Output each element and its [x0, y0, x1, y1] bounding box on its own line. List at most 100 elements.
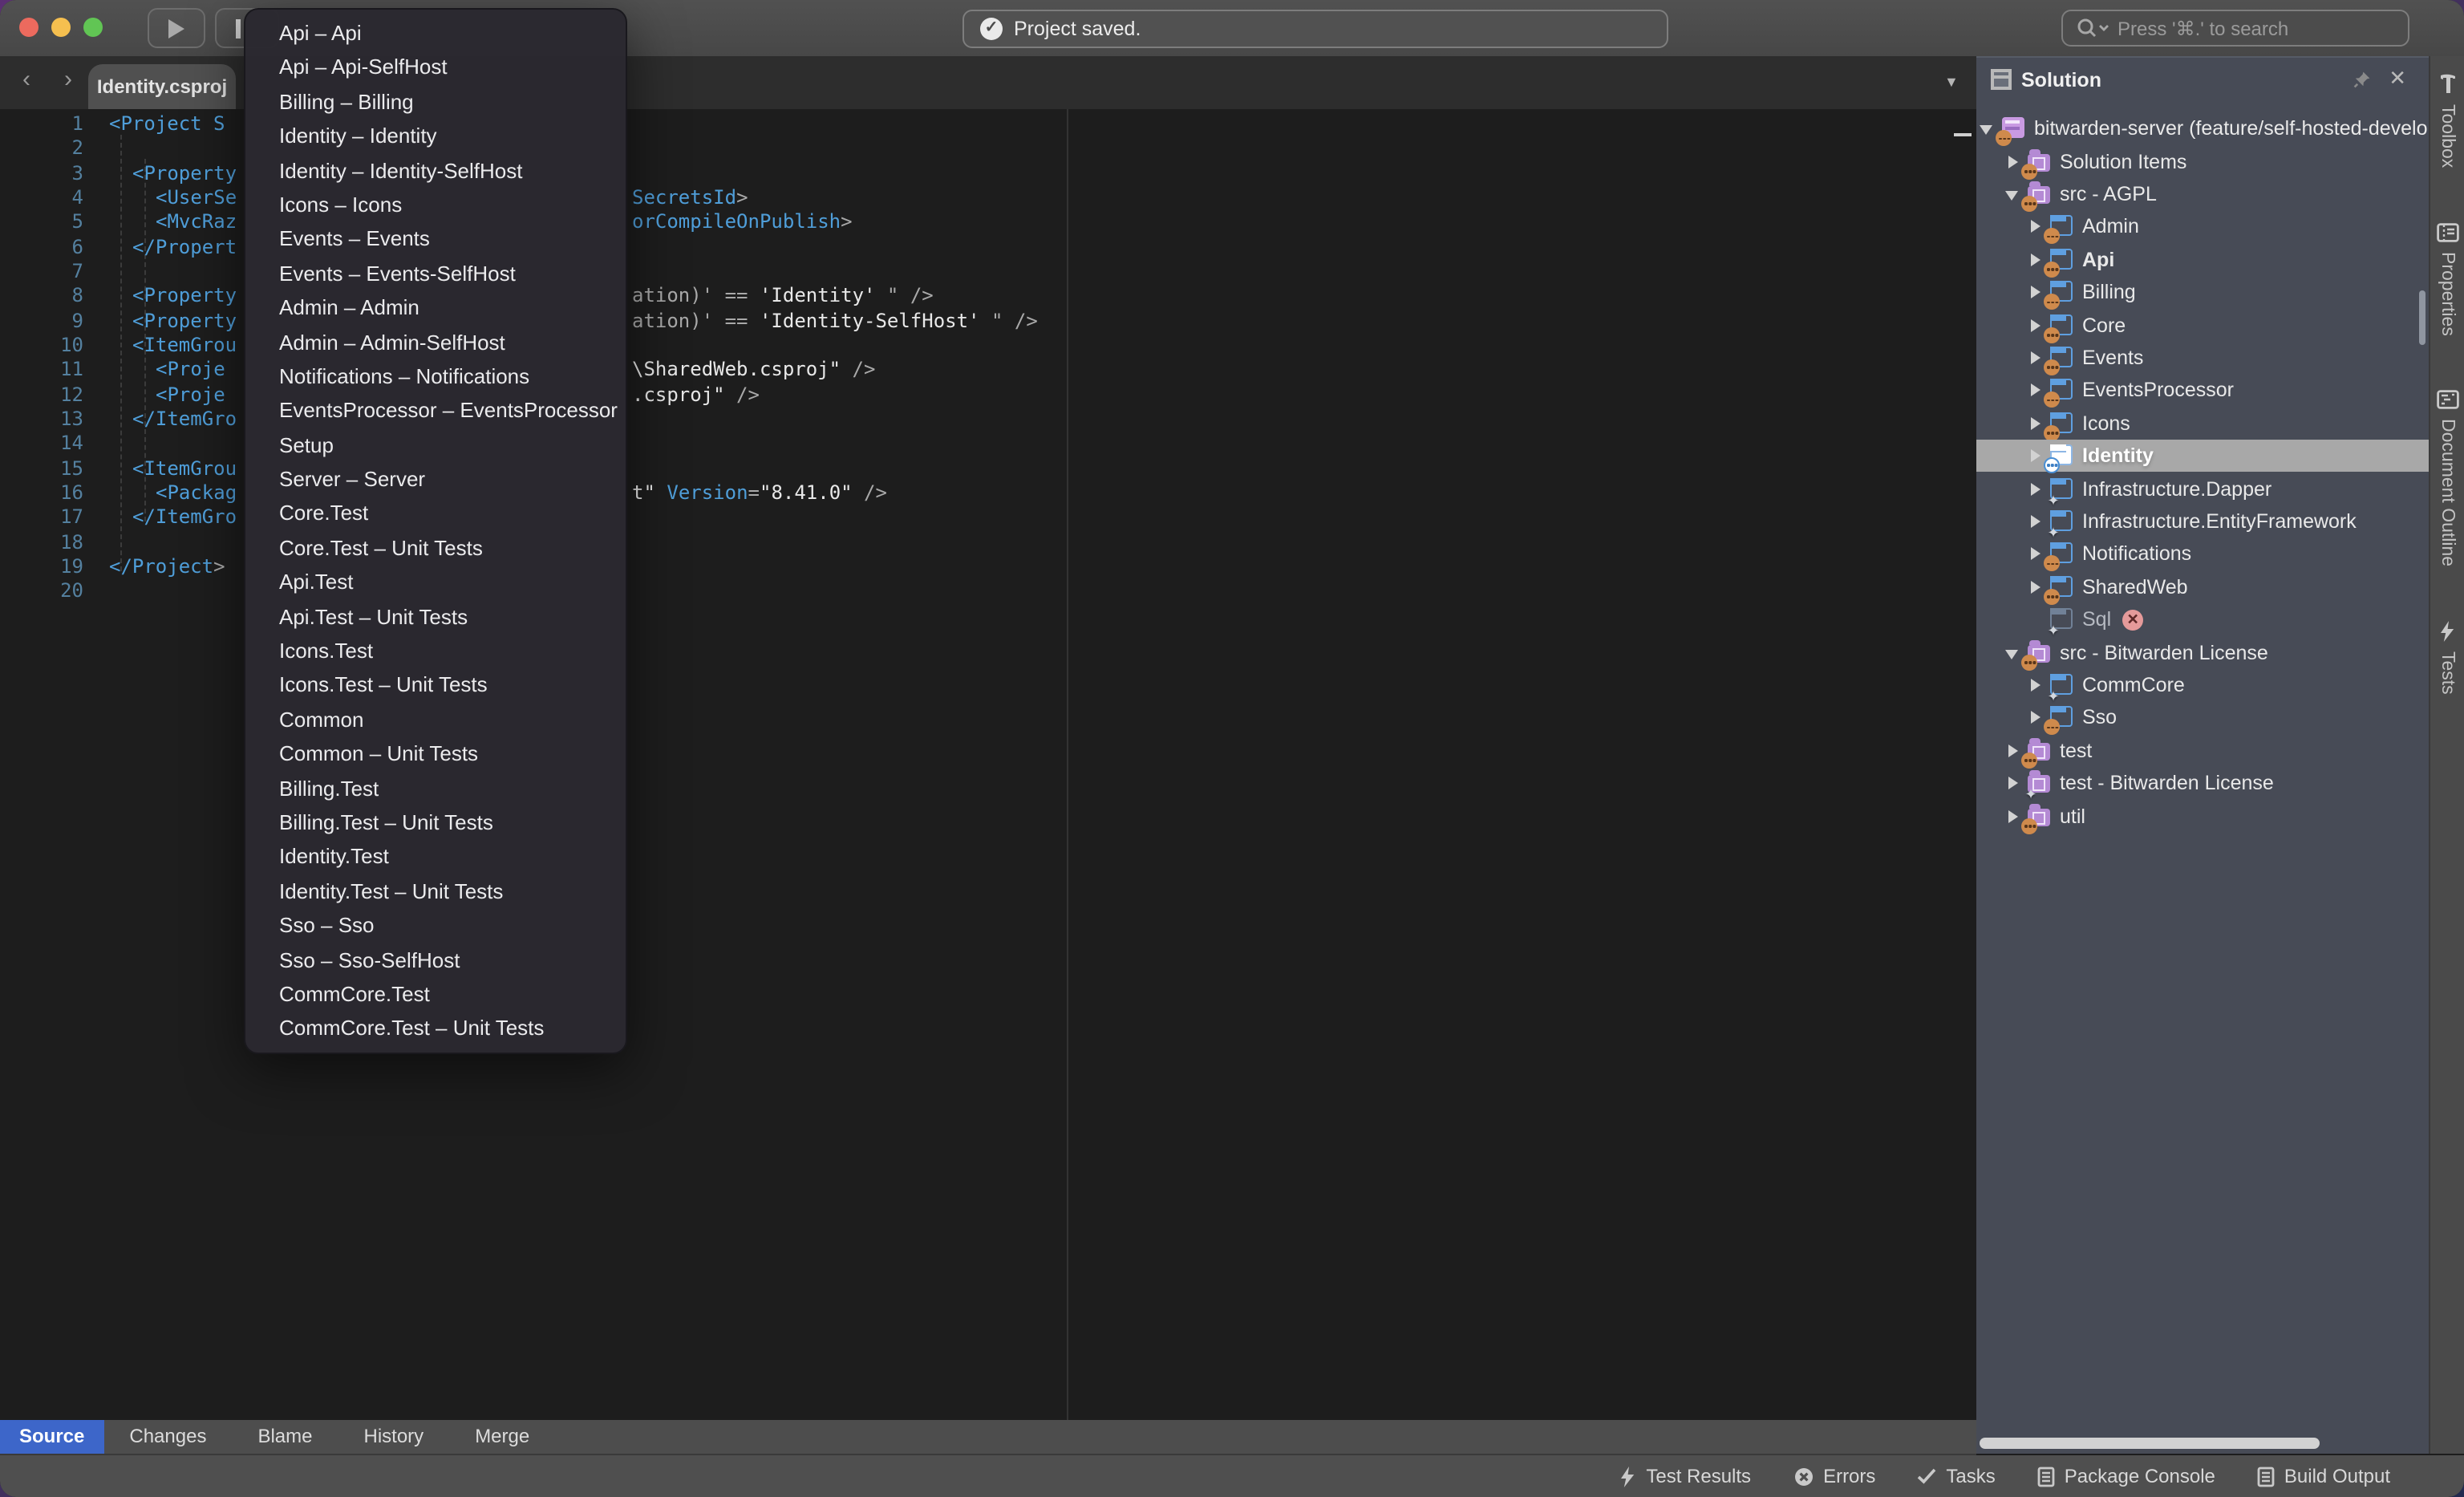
tab-identity-csproj[interactable]: Identity.csproj	[88, 64, 236, 109]
solution-tree-item-events[interactable]: Events	[1976, 342, 2429, 375]
expander-right-icon[interactable]	[2028, 677, 2044, 693]
scrollbar-marker[interactable]	[1954, 133, 1972, 136]
run-config-menu-item[interactable]: Api.Test – Unit Tests	[245, 599, 626, 634]
solution-tree-item-identity[interactable]: Identity	[1976, 440, 2429, 473]
run-config-menu-item[interactable]: Common	[245, 703, 626, 737]
window-zoom-button[interactable]	[83, 18, 103, 37]
expander-right-icon[interactable]	[2005, 808, 2021, 824]
navigate-back-icon[interactable]: ‹	[22, 66, 30, 93]
solution-tree-item-util[interactable]: util	[1976, 800, 2429, 833]
expander-down-icon[interactable]	[2005, 186, 2021, 202]
vc-tab-changes[interactable]: Changes	[103, 1420, 232, 1454]
solution-tree-item-sharedweb[interactable]: SharedWeb	[1976, 570, 2429, 603]
search-input[interactable]	[2118, 17, 2395, 39]
expander-right-icon[interactable]	[2028, 513, 2044, 529]
window-minimize-button[interactable]	[51, 18, 71, 37]
statusbar-item-test-results[interactable]: Test Results	[1619, 1465, 1751, 1487]
solution-tree-item-admin[interactable]: Admin	[1976, 210, 2429, 243]
run-config-menu-item[interactable]: Sso – Sso-SelfHost	[245, 943, 626, 977]
run-config-menu-item[interactable]: Admin – Admin-SelfHost	[245, 325, 626, 359]
solution-tree-item-billing[interactable]: Billing	[1976, 276, 2429, 309]
solution-tree-item-eventsprocessor[interactable]: EventsProcessor	[1976, 374, 2429, 407]
expander-right-icon[interactable]	[2028, 317, 2044, 333]
expander-right-icon[interactable]	[2028, 710, 2044, 726]
run-config-menu-item[interactable]: Billing – Billing	[245, 85, 626, 120]
dock-item-toolbox[interactable]: Toolbox	[2436, 72, 2458, 168]
statusbar-item-package-console[interactable]: Package Console	[2037, 1465, 2215, 1487]
solution-tree-item-test-bitwarden-license[interactable]: ✦test - Bitwarden License	[1976, 767, 2429, 800]
run-config-menu-item[interactable]: EventsProcessor – EventsProcessor	[245, 394, 626, 428]
run-config-menu-item[interactable]: Core.Test	[245, 497, 626, 531]
expander-right-icon[interactable]	[2028, 448, 2044, 464]
statusbar-item-tasks[interactable]: Tasks	[1917, 1465, 1995, 1487]
vc-tab-history[interactable]: History	[338, 1420, 450, 1454]
vc-tab-merge[interactable]: Merge	[449, 1420, 555, 1454]
statusbar-item-errors[interactable]: Errors	[1793, 1465, 1875, 1487]
solution-tree-item-bitwarden-server-feature-self-hosted-development[interactable]: bitwarden-server (feature/self-hosted-de…	[1976, 112, 2429, 145]
solution-vertical-scrollbar[interactable]	[2419, 290, 2426, 345]
expander-down-icon[interactable]	[1980, 120, 1996, 136]
run-config-menu-item[interactable]: Events – Events-SelfHost	[245, 256, 626, 290]
dock-item-document-outline[interactable]: Document Outline	[2436, 390, 2458, 566]
solution-tree-item-infrastructure-dapper[interactable]: ✦Infrastructure.Dapper	[1976, 473, 2429, 505]
expander-right-icon[interactable]	[2028, 383, 2044, 399]
run-config-menu-item[interactable]: CommCore.Test	[245, 977, 626, 1012]
expander-right-icon[interactable]	[2028, 350, 2044, 366]
run-button[interactable]	[148, 8, 205, 48]
close-icon[interactable]: ✕	[2389, 66, 2406, 91]
run-config-menu-item[interactable]: CommCore.Test – Unit Tests	[245, 1012, 626, 1046]
run-config-menu-item[interactable]: Sso – Sso	[245, 908, 626, 943]
expander-right-icon[interactable]	[2005, 153, 2021, 169]
navigate-forward-icon[interactable]: ›	[64, 66, 72, 93]
run-config-menu-item[interactable]: Billing.Test	[245, 771, 626, 805]
run-config-menu-item[interactable]: Events – Events	[245, 222, 626, 257]
run-config-menu-item[interactable]: Identity.Test	[245, 840, 626, 874]
run-config-menu-item[interactable]: Server – Server	[245, 462, 626, 497]
solution-tree-item-test[interactable]: test	[1976, 734, 2429, 767]
run-config-menu-item[interactable]: Identity.Test – Unit Tests	[245, 874, 626, 909]
expander-right-icon[interactable]	[2028, 481, 2044, 497]
expander-right-icon[interactable]	[2005, 743, 2021, 759]
expander-right-icon[interactable]	[2028, 579, 2044, 595]
chevron-down-icon[interactable]: ▼	[1944, 74, 1959, 90]
run-config-menu-item[interactable]: Identity – Identity	[245, 119, 626, 153]
run-config-menu-item[interactable]: Admin – Admin	[245, 290, 626, 325]
expander-right-icon[interactable]	[2028, 416, 2044, 432]
run-config-menu-item[interactable]: Icons.Test – Unit Tests	[245, 668, 626, 703]
vc-tab-blame[interactable]: Blame	[232, 1420, 338, 1454]
expander-right-icon[interactable]	[2005, 775, 2021, 791]
expander-right-icon[interactable]	[2028, 284, 2044, 300]
dock-item-properties[interactable]: Properties	[2436, 222, 2458, 335]
expander-right-icon[interactable]	[2028, 219, 2044, 235]
solution-tree-item-src-bitwarden-license[interactable]: src - Bitwarden License	[1976, 636, 2429, 669]
run-config-menu-item[interactable]: Icons – Icons	[245, 188, 626, 222]
solution-tree-item-solution-items[interactable]: Solution Items	[1976, 145, 2429, 178]
window-close-button[interactable]	[19, 18, 38, 37]
solution-tree-item-icons[interactable]: Icons	[1976, 407, 2429, 440]
expander-down-icon[interactable]	[2005, 644, 2021, 660]
solution-tree-item-core[interactable]: Core	[1976, 309, 2429, 342]
solution-tree-item-notifications[interactable]: Notifications	[1976, 538, 2429, 570]
expander-right-icon[interactable]	[2028, 252, 2044, 268]
statusbar-item-build-output[interactable]: Build Output	[2257, 1465, 2390, 1487]
run-config-menu-item[interactable]: Core.Test – Unit Tests	[245, 531, 626, 566]
run-config-menu-item[interactable]: Api.Test	[245, 566, 626, 600]
run-config-menu-item[interactable]: Api – Api	[245, 16, 626, 51]
solution-tree-item-api[interactable]: Api	[1976, 243, 2429, 276]
run-config-menu-item[interactable]: Billing.Test – Unit Tests	[245, 805, 626, 840]
dock-item-tests[interactable]: Tests	[2438, 621, 2457, 695]
run-config-menu-item[interactable]: Identity – Identity-SelfHost	[245, 153, 626, 188]
run-config-menu-item[interactable]: Icons.Test	[245, 634, 626, 668]
run-config-menu-item[interactable]: Api – Api-SelfHost	[245, 51, 626, 85]
solution-tree-item-commcore[interactable]: ✦CommCore	[1976, 669, 2429, 702]
solution-tree-item-src-agpl[interactable]: src - AGPL	[1976, 178, 2429, 211]
run-config-menu-item[interactable]: Setup	[245, 428, 626, 462]
run-config-menu-item[interactable]: Notifications – Notifications	[245, 359, 626, 394]
solution-tree-item-sso[interactable]: Sso	[1976, 701, 2429, 734]
solution-horizontal-scrollbar[interactable]	[1980, 1438, 2320, 1449]
expander-right-icon[interactable]	[2028, 546, 2044, 562]
vc-tab-source[interactable]: Source	[0, 1420, 103, 1454]
solution-tree-item-infrastructure-entityframework[interactable]: ✦Infrastructure.EntityFramework	[1976, 505, 2429, 538]
solution-tree-item-sql[interactable]: ✦Sql✕	[1976, 603, 2429, 636]
pin-icon[interactable]	[2353, 71, 2371, 88]
